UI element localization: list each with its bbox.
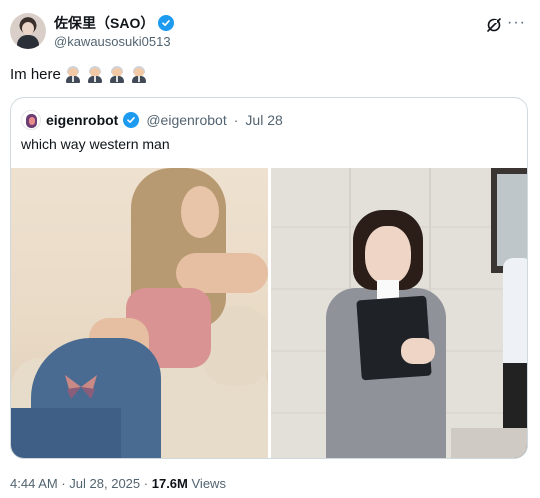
old-man-office-worker-emoji-icon	[130, 65, 148, 83]
grok-icon[interactable]	[486, 17, 502, 33]
avatar-face	[22, 22, 34, 35]
footer-separator: ·	[143, 476, 149, 491]
author-display-name[interactable]: 佐保里（SAO）	[54, 13, 154, 33]
emoji-row	[64, 65, 148, 83]
quoted-author-avatar[interactable]	[21, 110, 41, 130]
views-count[interactable]: 17.6M	[152, 476, 188, 491]
more-options-icon[interactable]: ···	[507, 15, 526, 31]
quoted-author-handle[interactable]: @eigenrobot	[146, 112, 226, 128]
tweet-text-content: Im here	[10, 65, 61, 83]
verified-badge-icon	[158, 15, 175, 31]
quoted-tweet-text: which way western man	[21, 136, 170, 152]
quoted-image-right[interactable]	[271, 168, 527, 458]
author-handle[interactable]: @kawausosuki0513	[54, 34, 171, 49]
old-man-office-worker-emoji-icon	[64, 65, 82, 83]
verified-badge-icon	[123, 112, 140, 128]
author-avatar[interactable]	[10, 13, 46, 49]
tweet-time[interactable]: 4:44 AM	[10, 476, 58, 491]
old-man-office-worker-emoji-icon	[86, 65, 104, 83]
quoted-date[interactable]: Jul 28	[245, 112, 282, 128]
quoted-tweet-card[interactable]: eigenrobot @eigenrobot · Jul 28 which wa…	[10, 97, 528, 459]
quoted-author-name[interactable]: eigenrobot	[46, 112, 118, 128]
quoted-image-left[interactable]	[11, 168, 268, 458]
footer-separator: ·	[61, 476, 66, 491]
tweet-date[interactable]: Jul 28, 2025	[69, 476, 140, 491]
tweet-header: 佐保里（SAO） @kawausosuki0513 ···	[10, 13, 530, 53]
views-label: Views	[191, 476, 226, 491]
quoted-tweet-header: eigenrobot @eigenrobot · Jul 28	[21, 110, 283, 130]
tweet-footer-meta: 4:44 AM · Jul 28, 2025 · 17.6M Views	[10, 476, 226, 491]
quoted-separator: ·	[233, 112, 239, 128]
author-name-row[interactable]: 佐保里（SAO）	[54, 13, 175, 33]
tweet-text: Im here	[10, 65, 148, 83]
butterfly-graphic	[65, 375, 97, 399]
avatar-body	[17, 35, 39, 49]
old-man-office-worker-emoji-icon	[108, 65, 126, 83]
